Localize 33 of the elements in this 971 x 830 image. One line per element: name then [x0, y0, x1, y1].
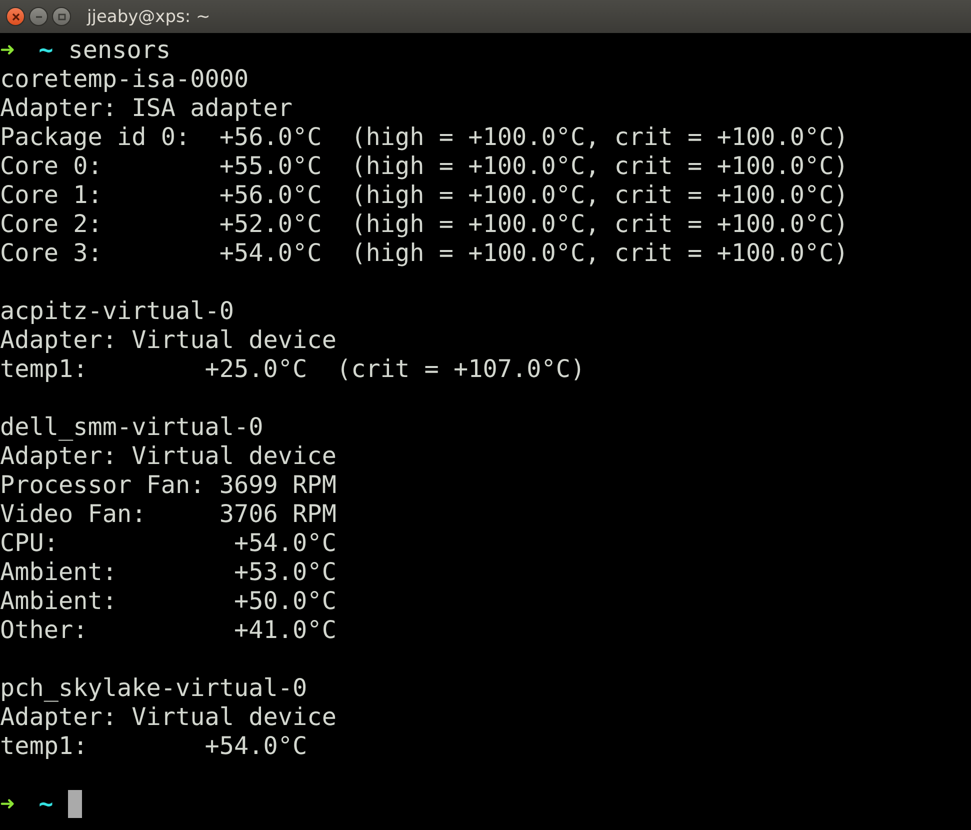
- output-line: pch_skylake-virtual-0: [0, 673, 308, 702]
- output-line: Video Fan: 3706 RPM: [0, 499, 336, 528]
- output-line: Adapter: Virtual device: [0, 702, 336, 731]
- output-line: temp1: +54.0°C: [0, 731, 308, 760]
- prompt-arrow: ➜: [0, 789, 15, 818]
- maximize-icon: [56, 12, 66, 22]
- output-line: Core 3: +54.0°C (high = +100.0°C, crit = +100.0°C): [0, 238, 848, 267]
- output-line: dell_smm-virtual-0: [0, 412, 264, 441]
- command-text: sensors: [68, 35, 171, 64]
- prompt-directory: ~: [38, 789, 54, 818]
- output-line: temp1: +25.0°C (crit = +107.0°C): [0, 354, 586, 383]
- output-line: Core 0: +55.0°C (high = +100.0°C, crit = +100.0°C): [0, 151, 848, 180]
- prompt-arrow: ➜: [0, 35, 15, 64]
- output-line: Ambient: +50.0°C: [0, 586, 336, 615]
- output-line: Package id 0: +56.0°C (high = +100.0°C, crit = +100.0°C): [0, 122, 848, 151]
- output-line: Adapter: Virtual device: [0, 441, 336, 470]
- output-line: Adapter: Virtual device: [0, 325, 336, 354]
- output-line: Core 2: +52.0°C (high = +100.0°C, crit = +100.0°C): [0, 209, 848, 238]
- output-line: acpitz-virtual-0: [0, 296, 234, 325]
- prompt-directory: ~: [38, 35, 54, 64]
- output-line: CPU: +54.0°C: [0, 528, 336, 557]
- text-cursor: [68, 790, 82, 818]
- output-line: Adapter: ISA adapter: [0, 93, 293, 122]
- close-button[interactable]: [6, 7, 25, 26]
- output-line: Core 1: +56.0°C (high = +100.0°C, crit = +100.0°C): [0, 180, 848, 209]
- output-line: Ambient: +53.0°C: [0, 557, 336, 586]
- output-line: Other: +41.0°C: [0, 615, 336, 644]
- window-title: jjeaby@xps: ~: [87, 6, 210, 26]
- output-line: coretemp-isa-0000: [0, 64, 249, 93]
- maximize-button[interactable]: [52, 7, 71, 26]
- minimize-button[interactable]: [29, 7, 48, 26]
- output-line: Processor Fan: 3699 RPM: [0, 470, 336, 499]
- close-icon: [10, 12, 20, 22]
